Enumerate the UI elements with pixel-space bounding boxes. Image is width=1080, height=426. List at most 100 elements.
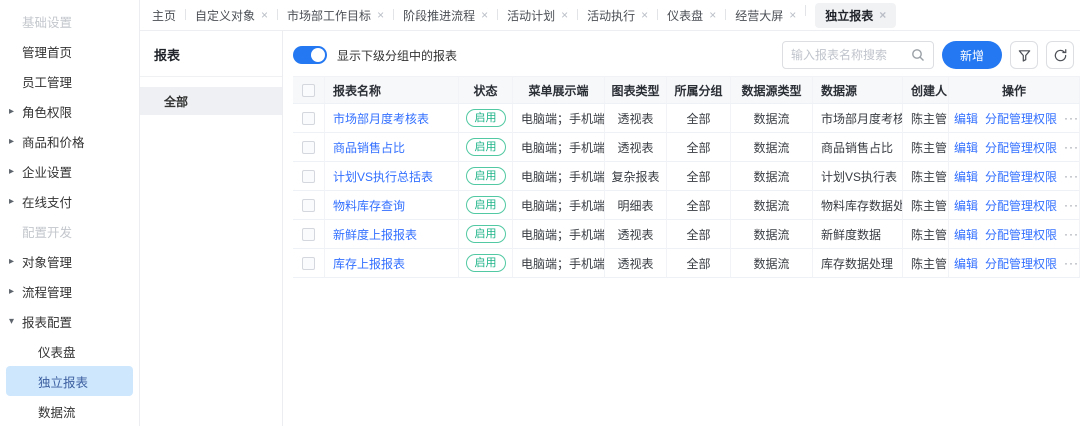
chevron-right-icon[interactable]: ▸ xyxy=(9,256,14,267)
show-subgroup-toggle[interactable] xyxy=(293,46,327,64)
chevron-down-icon[interactable]: ▾ xyxy=(9,316,14,327)
sidebar-item-员工管理[interactable]: 员工管理 xyxy=(0,66,139,96)
sidebar-item-在线支付[interactable]: ▸ 在线支付 xyxy=(0,186,139,216)
assign-permission-link[interactable]: 分配管理权限 xyxy=(985,139,1057,156)
toggle-label: 显示下级分组中的报表 xyxy=(337,48,458,63)
assign-permission-link[interactable]: 分配管理权限 xyxy=(985,255,1057,272)
tab-close-icon[interactable]: × xyxy=(377,9,384,21)
assign-permission-link[interactable]: 分配管理权限 xyxy=(985,226,1057,243)
chart-type-cell: 透视表 xyxy=(605,104,667,133)
status-cell: 启用 xyxy=(459,220,513,249)
tab-经营大屏[interactable]: 经营大屏 × xyxy=(725,7,796,24)
chart-type-cell: 复杂报表 xyxy=(605,162,667,191)
tab-label: 经营大屏 xyxy=(735,8,784,23)
assign-permission-link[interactable]: 分配管理权限 xyxy=(985,168,1057,185)
sidebar-item-报表配置[interactable]: ▾ 报表配置 xyxy=(0,306,139,336)
sidebar-item-流程管理[interactable]: ▸ 流程管理 xyxy=(0,276,139,306)
more-actions-icon[interactable]: ··· xyxy=(1064,198,1079,212)
more-actions-icon[interactable]: ··· xyxy=(1064,256,1079,270)
tab-close-icon[interactable]: × xyxy=(709,9,716,21)
chart-type-cell: 透视表 xyxy=(605,133,667,162)
sidebar-item-企业设置[interactable]: ▸ 企业设置 xyxy=(0,156,139,186)
tab-自定义对象[interactable]: 自定义对象 × xyxy=(185,7,268,24)
group-item-全部[interactable]: 全部 xyxy=(140,87,282,115)
row-select-cell xyxy=(293,133,325,162)
row-select-cell xyxy=(293,249,325,278)
report-group-panel: 报表 全部 xyxy=(140,31,283,426)
chevron-right-icon[interactable]: ▸ xyxy=(9,286,14,297)
report-name-link[interactable]: 新鲜度上报报表 xyxy=(333,226,417,243)
chart-type-cell: 透视表 xyxy=(605,249,667,278)
sidebar-item-label: 商品和价格 xyxy=(22,135,85,150)
more-actions-icon[interactable]: ··· xyxy=(1064,169,1079,183)
menu-display-cell: 电脑端；手机端... xyxy=(513,249,605,278)
chevron-right-icon[interactable]: ▸ xyxy=(9,196,14,207)
report-name-link[interactable]: 商品销售占比 xyxy=(333,139,405,156)
sidebar-item-管理首页[interactable]: 管理首页 xyxy=(0,36,139,66)
table-body: 市场部月度考核表启用电脑端；手机端...透视表全部数据流市场部月度考核陈主管编辑… xyxy=(293,104,1080,278)
edit-link[interactable]: 编辑 xyxy=(954,255,978,272)
status-cell: 启用 xyxy=(459,191,513,220)
row-checkbox[interactable] xyxy=(302,256,315,270)
creator-cell: 陈主管 xyxy=(903,162,949,191)
sidebar-item-仪表盘[interactable]: 仪表盘 xyxy=(0,336,139,366)
sidebar-item-对象管理[interactable]: ▸ 对象管理 xyxy=(0,246,139,276)
row-checkbox[interactable] xyxy=(302,140,315,154)
toolbar-right: 新增 xyxy=(781,41,1074,69)
row-checkbox[interactable] xyxy=(302,169,315,183)
more-actions-icon[interactable]: ··· xyxy=(1064,111,1079,125)
row-checkbox[interactable] xyxy=(302,111,315,125)
group-cell: 全部 xyxy=(667,249,731,278)
tab-仪表盘[interactable]: 仪表盘 × xyxy=(657,7,716,24)
chevron-right-icon[interactable]: ▸ xyxy=(9,166,14,177)
refresh-button[interactable] xyxy=(1046,41,1074,69)
sidebar-item-label: 角色权限 xyxy=(22,105,73,120)
tab-close-icon[interactable]: × xyxy=(481,9,488,21)
assign-permission-link[interactable]: 分配管理权限 xyxy=(985,110,1057,127)
tab-close-icon[interactable]: × xyxy=(789,9,796,21)
tab-label: 阶段推进流程 xyxy=(403,8,476,23)
edit-link[interactable]: 编辑 xyxy=(954,168,978,185)
tab-close-icon[interactable]: × xyxy=(641,9,648,21)
tab-市场部工作目标[interactable]: 市场部工作目标 × xyxy=(277,7,384,24)
sidebar-item-独立报表[interactable]: 独立报表 xyxy=(6,366,133,396)
sidebar-item-商品和价格[interactable]: ▸ 商品和价格 xyxy=(0,126,139,156)
chevron-right-icon[interactable]: ▸ xyxy=(9,136,14,147)
sidebar-item-数据流[interactable]: 数据流 xyxy=(0,396,139,426)
select-all-checkbox[interactable] xyxy=(302,83,315,97)
actions-cell: 编辑 分配管理权限 ··· xyxy=(949,133,1080,162)
report-name-link[interactable]: 物料库存查询 xyxy=(333,197,405,214)
search-input[interactable] xyxy=(790,48,905,62)
report-name-link[interactable]: 市场部月度考核表 xyxy=(333,110,429,127)
edit-link[interactable]: 编辑 xyxy=(954,139,978,156)
row-checkbox[interactable] xyxy=(302,227,315,241)
menu-display-cell: 电脑端；手机端... xyxy=(513,162,605,191)
status-badge: 启用 xyxy=(465,167,506,185)
tab-活动执行[interactable]: 活动执行 × xyxy=(577,7,648,24)
tab-主页[interactable]: 主页 xyxy=(152,7,176,24)
tab-活动计划[interactable]: 活动计划 × xyxy=(497,7,568,24)
sidebar-item-角色权限[interactable]: ▸ 角色权限 xyxy=(0,96,139,126)
datasource-cell: 市场部月度考核 xyxy=(813,104,903,133)
tab-阶段推进流程[interactable]: 阶段推进流程 × xyxy=(393,7,488,24)
report-search-box[interactable] xyxy=(781,41,934,69)
filter-button[interactable] xyxy=(1010,41,1038,69)
edit-link[interactable]: 编辑 xyxy=(954,226,978,243)
add-report-button[interactable]: 新增 xyxy=(941,41,1002,69)
assign-permission-link[interactable]: 分配管理权限 xyxy=(985,197,1057,214)
edit-link[interactable]: 编辑 xyxy=(954,197,978,214)
tab-close-icon[interactable]: × xyxy=(879,9,886,21)
table-row: 新鲜度上报报表 启用电脑端；手机端...透视表全部数据流新鲜度数据陈主管编辑分配管… xyxy=(293,220,1080,249)
status-cell: 启用 xyxy=(459,133,513,162)
report-name-link[interactable]: 计划VS执行总括表 xyxy=(333,168,433,185)
tab-close-icon[interactable]: × xyxy=(261,9,268,21)
tab-close-icon[interactable]: × xyxy=(561,9,568,21)
tab-独立报表[interactable]: 独立报表 × xyxy=(805,2,897,28)
more-actions-icon[interactable]: ··· xyxy=(1064,140,1079,154)
report-name-link[interactable]: 库存上报报表 xyxy=(333,255,405,272)
row-select-cell xyxy=(293,104,325,133)
row-checkbox[interactable] xyxy=(302,198,315,212)
chevron-right-icon[interactable]: ▸ xyxy=(9,106,14,117)
edit-link[interactable]: 编辑 xyxy=(954,110,978,127)
more-actions-icon[interactable]: ··· xyxy=(1064,227,1079,241)
